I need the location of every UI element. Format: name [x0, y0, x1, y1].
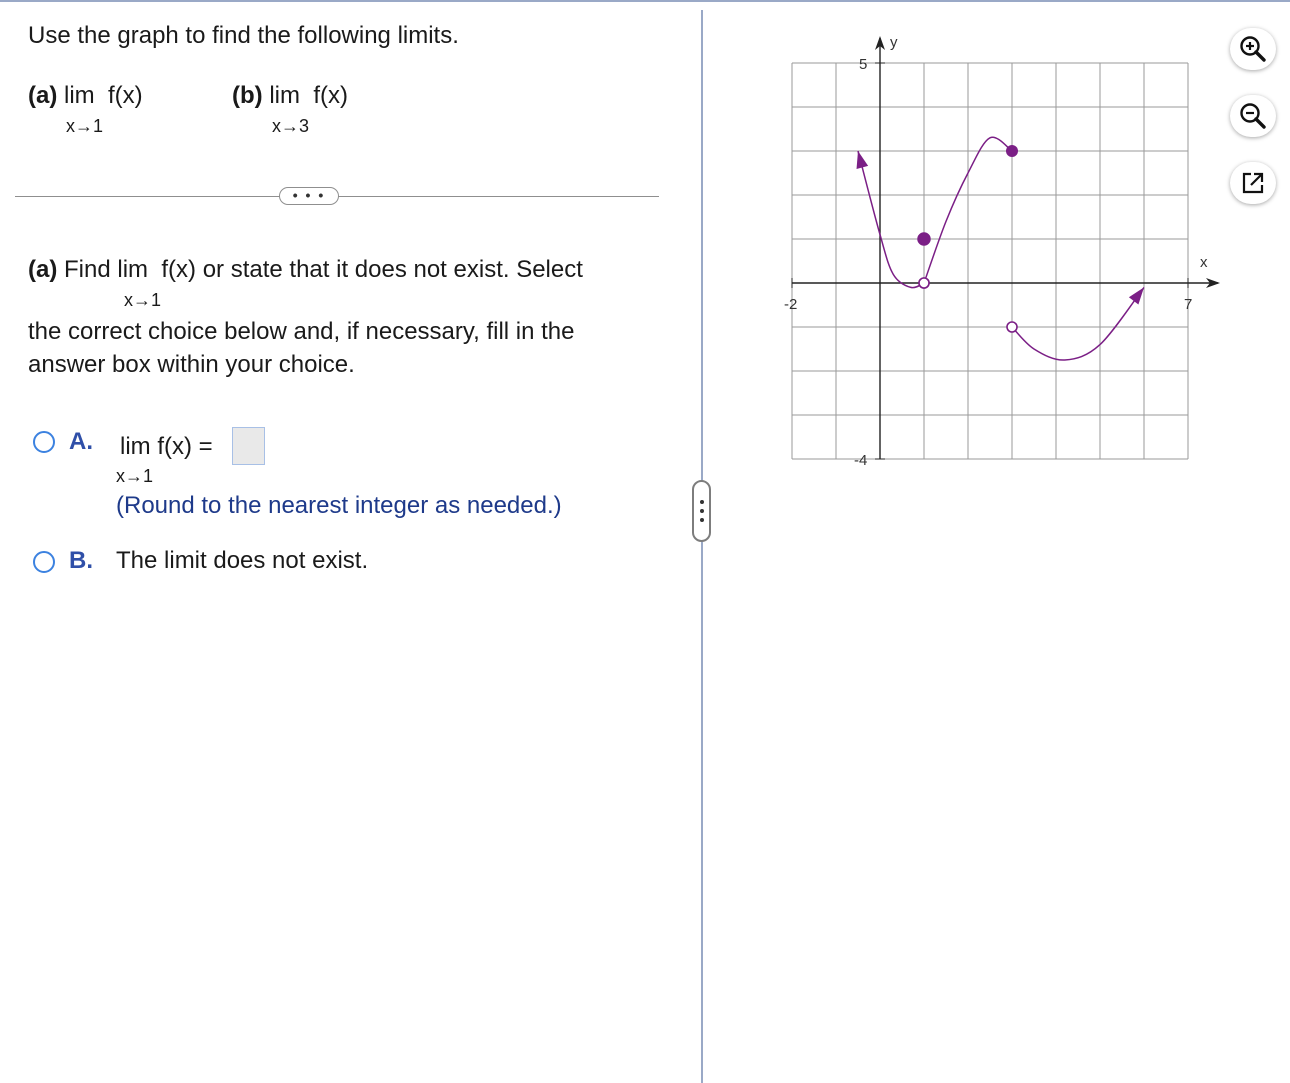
tick-label-x-max: 7 [1184, 296, 1192, 313]
limit-a-label: (a) [28, 82, 58, 109]
question-label: (a) [28, 256, 58, 283]
prompt-text: Use the graph to find the following limi… [28, 22, 459, 49]
choice-a-expr: lim f(x) = [120, 433, 213, 460]
grip-dot [700, 509, 704, 513]
limit-a-expr: lim f(x) [64, 82, 143, 109]
closed-endpoint [1006, 145, 1018, 157]
rounding-hint: (Round to the nearest integer as needed.… [116, 492, 562, 519]
question-rest: the correct choice below and, if necessa… [28, 318, 575, 378]
question-lead: Find [64, 256, 111, 283]
curve-piece [857, 150, 925, 289]
limit-a-sub: x→1 [66, 116, 104, 136]
tick-label-x-min: -2 [784, 296, 797, 313]
arrowhead-right [1128, 287, 1144, 305]
zoom-in-icon [1240, 36, 1266, 62]
grip-dot [700, 500, 704, 504]
question-expr: lim f(x) [117, 256, 197, 283]
x-axis-label: x [1200, 254, 1208, 271]
choice-b-text[interactable]: The limit does not exist. [116, 547, 368, 575]
limit-b: (b) lim f(x) x→3 [232, 82, 348, 136]
zoom-out-icon [1240, 103, 1266, 129]
choice-a-letter[interactable]: A. [69, 428, 93, 456]
tick-label-y-max: 5 [859, 56, 867, 73]
grid [791, 62, 1189, 460]
open-endpoint [1006, 321, 1018, 333]
question-pane: Use the graph to find the following limi… [0, 0, 700, 1083]
answer-input[interactable] [232, 427, 265, 465]
splitter-handle[interactable] [692, 480, 711, 542]
y-axis-label: y [890, 34, 898, 51]
choice-a-radio[interactable] [33, 431, 55, 453]
choice-b-radio[interactable] [33, 551, 55, 573]
grip-dot [700, 518, 704, 522]
limit-b-label: (b) [232, 82, 263, 109]
more-button[interactable]: • • • [279, 187, 339, 205]
arrowhead-left [856, 151, 869, 169]
question-after: or state that it does not exist. Select [202, 256, 583, 283]
function-graph: x y -2 7 5 -4 [784, 34, 1220, 469]
open-endpoint [918, 277, 930, 289]
question-line: (a) Find lim f(x) or state that it does … [28, 256, 583, 284]
curve-piece [1011, 286, 1145, 361]
axes: x y -2 7 5 -4 [784, 34, 1220, 469]
limit-a: (a) lim f(x) x→1 [28, 82, 143, 136]
limit-b-sub: x→3 [272, 116, 310, 136]
question-sub: x→1 [124, 290, 162, 310]
zoom-in-button[interactable] [1230, 28, 1276, 70]
tick-label-y-min: -4 [854, 452, 867, 469]
open-new-window-button[interactable] [1230, 162, 1276, 204]
choice-b-letter[interactable]: B. [69, 547, 93, 575]
choice-a-sub: x→1 [116, 466, 154, 486]
pane-splitter[interactable] [701, 10, 703, 1083]
isolated-point [917, 232, 931, 246]
limit-b-expr: lim f(x) [269, 82, 348, 109]
open-new-window-icon [1242, 172, 1264, 194]
zoom-out-button[interactable] [1230, 95, 1276, 137]
